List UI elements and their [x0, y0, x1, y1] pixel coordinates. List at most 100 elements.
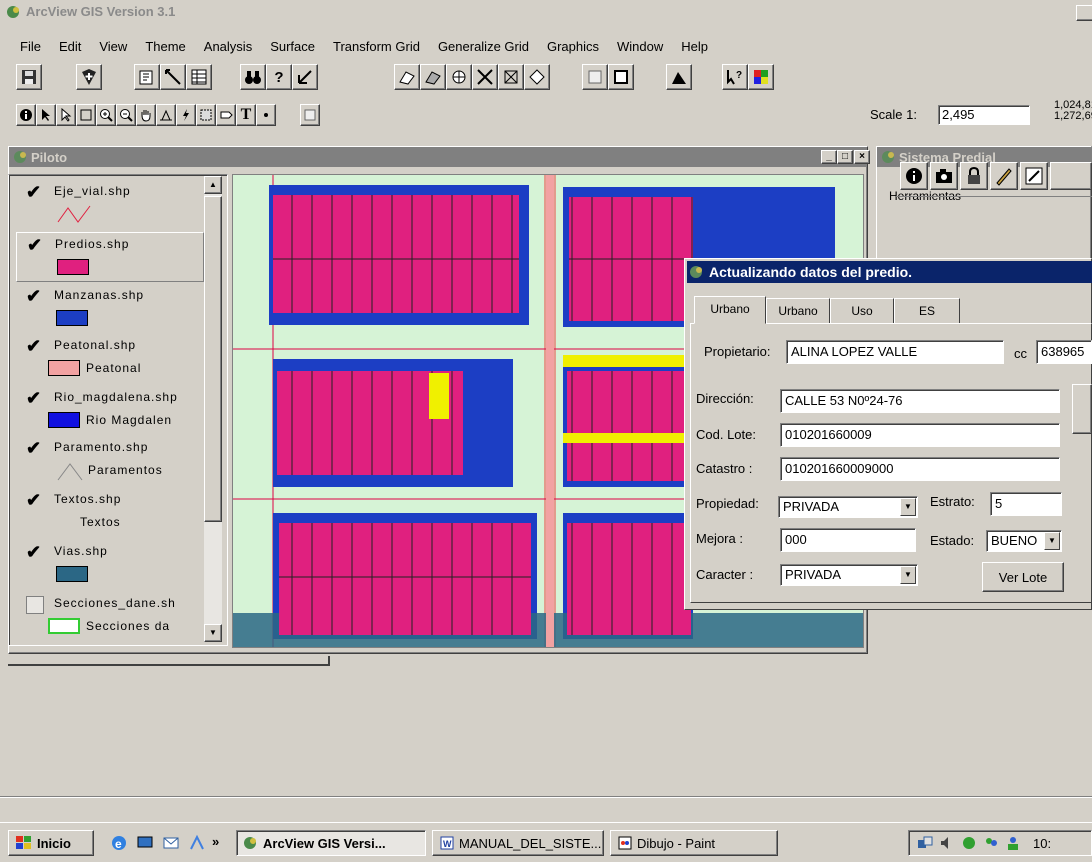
layer-item[interactable]: ✔ Paramento.shp Paramentos [16, 436, 204, 486]
lock-tool-button[interactable] [960, 162, 988, 190]
tab-uso[interactable]: Uso [830, 298, 894, 324]
clear-selection-button[interactable] [420, 64, 446, 90]
chevron-down-icon[interactable]: ▼ [1044, 532, 1060, 550]
chevron-down-icon[interactable]: ▼ [900, 566, 916, 584]
tab-es[interactable]: ES [894, 298, 960, 324]
camera-tool-button[interactable] [930, 162, 958, 190]
checkmark-icon[interactable]: ✔ [26, 543, 44, 562]
quicklaunch-app-icon[interactable] [188, 834, 206, 852]
hotlink-tool[interactable] [176, 104, 196, 126]
layer-item[interactable]: Secciones_dane.sh Secciones da [16, 592, 204, 642]
scroll-up-button[interactable]: ▲ [204, 176, 222, 194]
piloto-maximize-button[interactable]: □ [837, 150, 853, 164]
tab-urbano-2[interactable]: Urbano [766, 298, 830, 324]
side-button[interactable] [1072, 384, 1092, 434]
menu-edit[interactable]: Edit [50, 36, 90, 58]
selected-lot[interactable] [429, 373, 449, 419]
find-button[interactable] [240, 64, 266, 90]
chart-button[interactable] [666, 64, 692, 90]
dialog-titlebar[interactable]: Actualizando datos del predio. [687, 261, 1092, 283]
layer-item[interactable]: ✔ Manzanas.shp [16, 284, 204, 334]
text-tool[interactable]: T [236, 104, 256, 126]
ver-lote-button[interactable]: Ver Lote [982, 562, 1064, 592]
menu-help[interactable]: Help [672, 36, 717, 58]
edit-legend-button[interactable] [160, 64, 186, 90]
estado-select[interactable]: BUENO ▼ [986, 530, 1062, 552]
layout-button[interactable] [608, 64, 634, 90]
pencil-tool-button[interactable] [990, 162, 1018, 190]
measure-tool[interactable] [156, 104, 176, 126]
catastro-field[interactable]: 010201660009000 [780, 457, 1060, 481]
menu-transform-grid[interactable]: Transform Grid [324, 36, 429, 58]
more-tool-button[interactable] [1050, 162, 1092, 190]
label-tool[interactable] [216, 104, 236, 126]
start-button[interactable]: Inicio [8, 830, 94, 856]
menu-analysis[interactable]: Analysis [195, 36, 261, 58]
estrato-field[interactable]: 5 [990, 492, 1062, 516]
pointer-tool[interactable] [36, 104, 56, 126]
layer-item[interactable]: ✔ Peatonal.shp Peatonal [16, 334, 204, 384]
piloto-minimize-button[interactable]: _ [821, 150, 837, 164]
pan-grid-button[interactable] [582, 64, 608, 90]
minimize-button[interactable] [1076, 5, 1092, 21]
network-icon[interactable] [917, 835, 933, 851]
checkmark-icon[interactable]: ✔ [26, 183, 44, 202]
layer-item[interactable]: ✔ Predios.shp [16, 232, 204, 282]
layer-item[interactable]: ✔ Eje_vial.shp [16, 180, 204, 230]
zoom-full-extent-button[interactable] [472, 64, 498, 90]
menu-surface[interactable]: Surface [261, 36, 324, 58]
snap-tool[interactable] [300, 104, 320, 126]
select-feature-tool[interactable] [76, 104, 96, 126]
edit-tool-button[interactable] [1020, 162, 1048, 190]
zoom-in-tool[interactable] [96, 104, 116, 126]
volume-icon[interactable] [939, 835, 955, 851]
draw-point-tool[interactable] [256, 104, 276, 126]
open-table-button[interactable] [186, 64, 212, 90]
messenger-icon[interactable] [983, 835, 999, 851]
chevron-down-icon[interactable]: ▼ [900, 498, 916, 516]
zoom-to-selected-button[interactable] [524, 64, 550, 90]
checkmark-icon[interactable]: ✔ [26, 491, 44, 510]
theme-properties-button[interactable] [134, 64, 160, 90]
tab-urbano-1[interactable]: Urbano [694, 296, 766, 324]
info-tool-button[interactable] [900, 162, 928, 190]
checkmark-icon[interactable]: ✔ [26, 389, 44, 408]
menu-view[interactable]: View [90, 36, 136, 58]
save-button[interactable] [16, 64, 42, 90]
layer-item[interactable]: ✔ Rio_magdalena.shp Rio Magdalen [16, 386, 204, 436]
color-palette-button[interactable] [748, 64, 774, 90]
area-of-interest-tool[interactable] [196, 104, 216, 126]
layer-item[interactable]: ✔ Vias.shp [16, 540, 204, 590]
piloto-titlebar[interactable]: Piloto _ □ × [9, 147, 870, 167]
propietario-field[interactable]: ALINA LOPEZ VALLE [786, 340, 1004, 364]
propiedad-select[interactable]: PRIVADA ▼ [778, 496, 918, 518]
menu-graphics[interactable]: Graphics [538, 36, 608, 58]
vertex-edit-tool[interactable] [56, 104, 76, 126]
zoom-to-themes-button[interactable] [498, 64, 524, 90]
direccion-field[interactable]: CALLE 53 N0º24-76 [780, 389, 1060, 413]
checkmark-icon[interactable]: ✔ [27, 236, 45, 255]
checkbox-icon[interactable] [26, 596, 44, 614]
task-paint[interactable]: Dibujo - Paint [610, 830, 778, 856]
antivirus-icon[interactable] [961, 835, 977, 851]
pan-tool[interactable] [136, 104, 156, 126]
scale-input[interactable]: 2,495 [938, 105, 1030, 125]
cc-field[interactable]: 638965 [1036, 340, 1092, 364]
piloto-close-button[interactable]: × [854, 150, 870, 164]
scroll-thumb[interactable] [204, 196, 222, 522]
menu-generalize-grid[interactable]: Generalize Grid [429, 36, 538, 58]
identify-tool[interactable] [16, 104, 36, 126]
show-desktop-icon[interactable] [136, 834, 154, 852]
zoom-out-tool[interactable] [116, 104, 136, 126]
mejora-field[interactable]: 000 [780, 528, 916, 552]
query-builder-button[interactable]: ? [266, 64, 292, 90]
menu-window[interactable]: Window [608, 36, 672, 58]
checkmark-icon[interactable]: ✔ [26, 337, 44, 356]
toc-scrollbar[interactable]: ▲ ▼ [204, 176, 222, 642]
task-arcview[interactable]: ArcView GIS Versi... [236, 830, 426, 856]
internet-explorer-icon[interactable]: e [110, 834, 128, 852]
task-manual[interactable]: W MANUAL_DEL_SISTE... [432, 830, 604, 856]
checkmark-icon[interactable]: ✔ [26, 439, 44, 458]
layer-item[interactable]: ✔ Textos.shp Textos [16, 488, 204, 538]
help-button[interactable]: ? [722, 64, 748, 90]
